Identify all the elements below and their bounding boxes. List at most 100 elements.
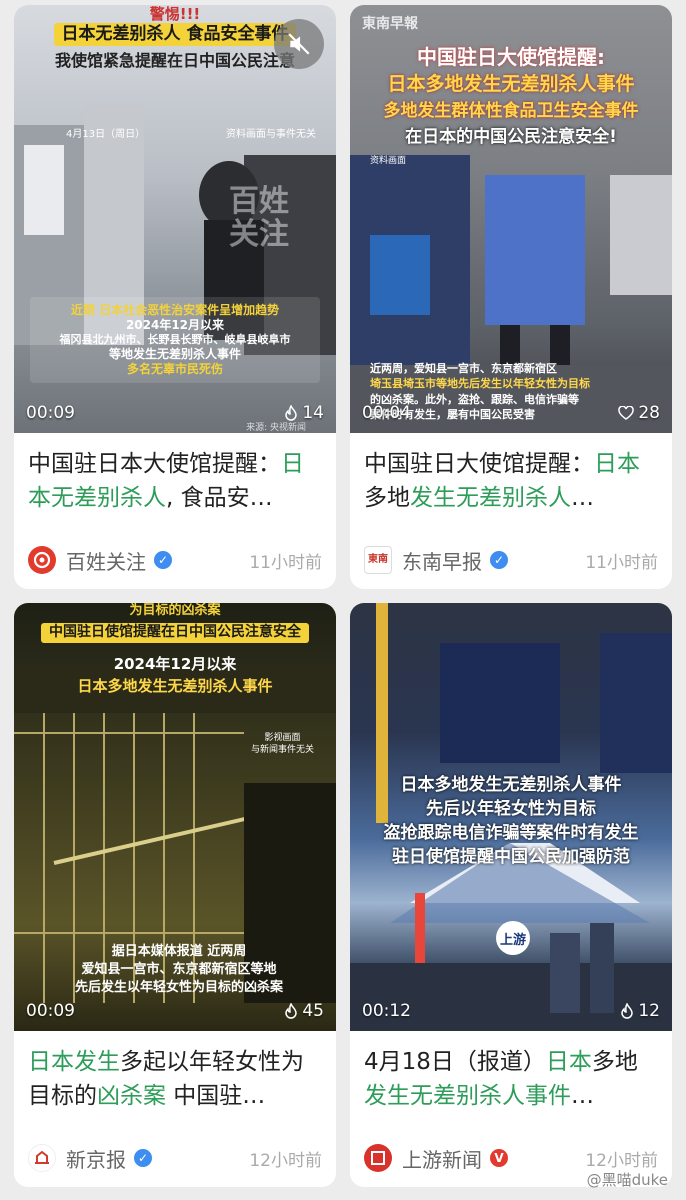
video-card[interactable]: 日本多地发生无差别杀人事件 先后以年轻女性为目标 盗抢跟踪电信诈骗等案件时有发生… [350,603,672,1187]
source-logo-icon: 東南 [368,554,388,565]
watermark: @黑喵duke [586,1171,668,1189]
overlay-line: 日本多地发生无差别杀人事件 [400,775,622,795]
verified-icon: ✓ [134,1149,152,1167]
video-duration: 00:12 [362,1001,411,1021]
overlay-box: 近期 日本社会恶性治安案件呈增加趋势 2024年12月以来 福冈县北九州市、长野… [30,297,320,383]
like-count: 14 [284,403,324,423]
overlay-date: 4月13日（周日） [66,129,146,140]
title-text: 中国驻日大使馆提醒： [364,451,594,477]
overlay-bottom-line: 埼玉县埼玉市等地先后发生以年轻女性为目标 [370,377,590,391]
post-time: 11小时前 [249,552,322,573]
video-duration: 00:09 [26,403,75,423]
avatar[interactable] [364,1144,392,1172]
overlay-box-line: 近期 日本社会恶性治安案件呈增加趋势 [70,303,280,317]
overlay-box-line: 福冈县北九州市、长野县长野市、岐阜县岐阜市 [59,333,291,346]
like-count: 12 [620,1001,660,1021]
overlay-top-cut: 为目标的凶杀案 [129,603,221,618]
like-count-value: 12 [638,1001,660,1021]
avatar[interactable] [28,546,56,574]
overlay-line: 盗抢跟踪电信诈骗等案件时有发生 [383,823,639,843]
like-count-value: 28 [638,403,660,423]
overlay-line: 在日本的中国公民注意安全! [405,127,617,147]
like-count: 28 [618,403,660,423]
source-logo-icon [35,1150,49,1164]
like-count-value: 14 [302,403,324,423]
overlay-note: 资料画面 [370,156,407,166]
overlay-line: 多地发生群体性食品卫生安全事件 [383,101,639,121]
video-card[interactable]: 警惕!!! 日本无差别杀人 食品安全事件 我使馆紧急提醒在日中国公民注意 4月1… [14,5,336,589]
overlay-bottom-line: 先后发生以年轻女性为目标的凶杀案 [74,980,283,996]
title-keyword: 凶杀案 [97,1083,166,1109]
card-title[interactable]: 4月18日（报道）日本多地发生无差别杀人事件… [350,1031,672,1127]
overlay-box-line: 等地发生无差别杀人事件 [108,346,241,361]
video-thumbnail[interactable]: 日本多地发生无差别杀人事件 先后以年轻女性为目标 盗抢跟踪电信诈骗等案件时有发生… [350,603,672,1031]
author-name[interactable]: 新京报 [66,1144,126,1173]
overlay-line: 日本多地发生无差别杀人事件 [77,677,273,695]
card-title[interactable]: 中国驻日本大使馆提醒：日本无差别杀人, 食品安… [14,433,336,529]
post-time: 11小时前 [585,552,658,573]
mute-icon[interactable] [274,19,324,69]
overlay-box-line: 2024年12月以来 [125,318,225,332]
overlay-line: 2024年12月以来 [113,655,237,673]
verified-icon: V [490,1149,508,1167]
overlay-tag: 日本无差别杀人 食品安全事件 [53,23,297,47]
mute-icon-glyph [288,33,310,55]
verified-icon: ✓ [154,551,172,569]
card-meta: 東南 东南早报 ✓ 11小时前 [364,545,658,575]
like-count: 45 [284,1001,324,1021]
overlay-line: 先后以年轻女性为目标 [426,799,596,819]
source-logo-badge: 上游 [496,921,530,955]
overlay-note-line: 影视画面 [264,733,301,743]
title-text: 4月18日（报道） [364,1049,546,1075]
overlay-bottom: 据日本媒体报道 近两周 爱知县一宫市、东京都新宿区等地 先后发生以年轻女性为目标… [44,943,314,998]
title-text: 多地 [591,1049,638,1075]
author-name[interactable]: 东南早报 [402,546,482,575]
overlay-watermark: 百姓关注 [229,184,289,252]
flame-icon [285,405,298,421]
video-thumbnail[interactable]: 为目标的凶杀案 中国驻日使馆提醒在日中国公民注意安全 2024年12月以来 日本… [14,603,336,1031]
video-card[interactable]: 東南早報 中国驻日大使馆提醒: 日本多地发生无差别杀人事件 多地发生群体性食品卫… [350,5,672,589]
title-text: 多地 [364,485,410,511]
title-text: , 食品安… [166,485,273,511]
source-logo-text: 東南早報 [362,16,418,32]
video-thumbnail[interactable]: 警惕!!! 日本无差别杀人 食品安全事件 我使馆紧急提醒在日中国公民注意 4月1… [14,5,336,433]
avatar[interactable] [28,1144,56,1172]
source-logo-icon [371,1151,385,1165]
card-meta: 新京报 ✓ 12小时前 [28,1143,322,1173]
flame-icon [285,1003,298,1019]
title-text: 中国驻… [166,1083,266,1109]
overlay-bottom-line: 的凶杀案。此外，盗抢、跟踪、电信诈骗等 [370,392,579,406]
overlay-bottom-line: 近两周，爱知县一宫市、东京都新宿区 [370,362,557,375]
overlay-box-line: 多名无辜市民死伤 [126,361,223,376]
overlay-bottom-line: 案件时有发生，屡有中国公民受害 [370,408,535,422]
video-duration: 00:09 [26,1001,75,1021]
overlay-source-note: 资料画面与事件无关 [226,129,316,140]
overlay-line: 中国驻日大使馆提醒: [417,45,605,69]
overlay-line: 日本多地发生无差别杀人事件 [387,73,635,95]
card-meta: 百姓关注 ✓ 11小时前 [28,545,322,575]
author-name[interactable]: 百姓关注 [66,546,146,575]
verified-icon: ✓ [490,551,508,569]
title-text: … [571,1083,594,1109]
flame-icon [621,1003,634,1019]
overlay-line: 驻日使馆提醒中国公民加强防范 [392,847,630,867]
avatar[interactable]: 東南 [364,546,392,574]
title-keyword: 发生无差别杀人事件 [364,1083,571,1109]
post-time: 12小时前 [249,1150,322,1171]
video-thumbnail[interactable]: 東南早報 中国驻日大使馆提醒: 日本多地发生无差别杀人事件 多地发生群体性食品卫… [350,5,672,433]
overlay-bottom-line: 据日本媒体报道 近两周 [111,944,247,959]
title-text: 中国驻日本大使馆提醒： [28,451,281,477]
overlay-note-line: 与新闻事件无关 [250,744,314,755]
card-title[interactable]: 中国驻日大使馆提醒：日本多地发生无差别杀人… [350,433,672,529]
title-keyword: 日本发生 [28,1049,120,1075]
heart-icon [618,406,635,420]
title-keyword: 日本 [545,1049,592,1075]
overlay-bottom: 近两周，爱知县一宫市、东京都新宿区 埼玉县埼玉市等地先后发生以年轻女性为目标 的… [370,361,660,423]
title-keyword: 日本 [594,451,640,477]
card-title[interactable]: 日本发生多起以年轻女性为目标的凶杀案 中国驻… [14,1031,336,1127]
author-name[interactable]: 上游新闻 [402,1144,482,1173]
video-card[interactable]: 为目标的凶杀案 中国驻日使馆提醒在日中国公民注意安全 2024年12月以来 日本… [14,603,336,1187]
overlay-bottom-line: 爱知县一宫市、东京都新宿区等地 [81,962,277,978]
overlay-tag: 中国驻日使馆提醒在日中国公民注意安全 [41,623,309,643]
title-text: … [571,485,594,511]
